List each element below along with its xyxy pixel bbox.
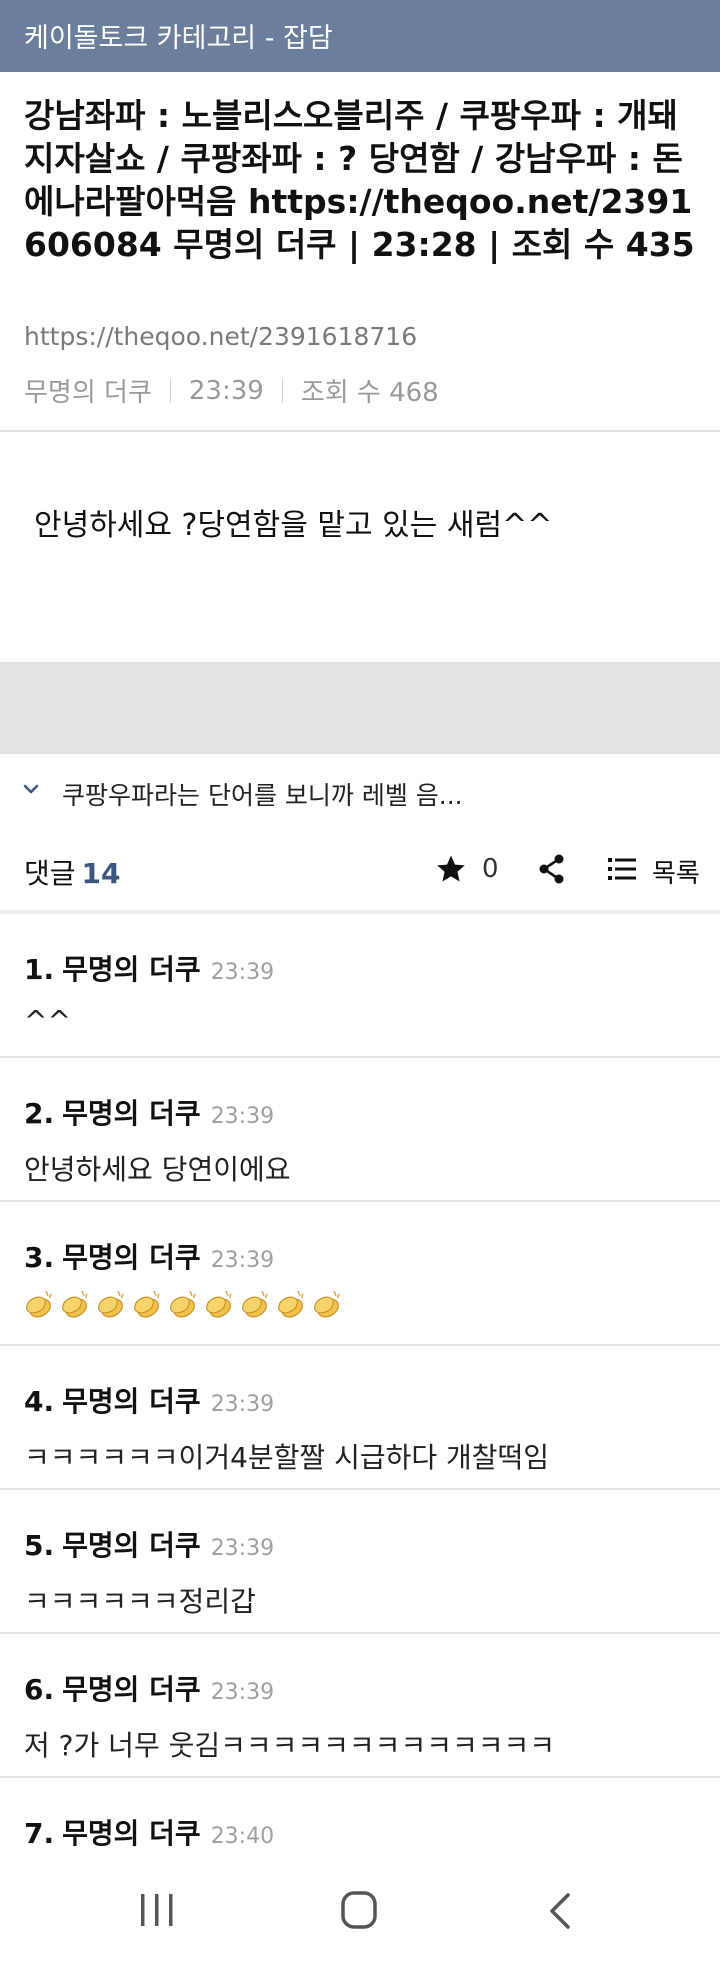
list-button-label[interactable]: 목록 (652, 853, 700, 890)
chevron-down-icon (23, 784, 39, 794)
comment-text: ㅋㅋㅋㅋㅋㅋ이거4분할짤 시급하다 개찰떡임 (24, 1441, 550, 1474)
comment-number: 3. (24, 1241, 55, 1274)
clapping-hands-icon (98, 1290, 124, 1318)
comment-item: 6. 무명의 더쿠 23:39 저 ?가 너무 웃김ㅋㅋㅋㅋㅋㅋㅋㅋㅋㅋㅋㅋㅋ (0, 1634, 720, 1778)
top-bar: 케이돌토크 카테고리 - 잡담 (0, 0, 720, 72)
comment-time: 23:39 (210, 960, 275, 985)
comment-author[interactable]: 무명의 더쿠 (62, 1236, 201, 1276)
clapping-hands-icon (278, 1290, 304, 1318)
comment-time: 23:39 (210, 1392, 275, 1417)
comment-time: 23:39 (210, 1536, 275, 1561)
list-icon[interactable] (608, 856, 636, 882)
comment-number: 1. (24, 953, 55, 986)
comment-item: 1. 무명의 더쿠 23:39 ^^ (0, 914, 720, 1058)
clapping-hands-icon (26, 1290, 52, 1318)
comment-item: 5. 무명의 더쿠 23:39 ㅋㅋㅋㅋㅋㅋ정리갑 (0, 1490, 720, 1634)
next-post-link[interactable]: 쿠팡우파라는 단어를 보니까 레벨 음... (0, 754, 720, 830)
comment-count: 14 (81, 857, 121, 890)
comment-number: 7. (24, 1817, 55, 1850)
comment-item: 3. 무명의 더쿠 23:39 (0, 1202, 720, 1346)
comment-header: 4. 무명의 더쿠 23:39 (24, 1380, 274, 1420)
meta-divider (169, 378, 171, 403)
comment-list: 1. 무명의 더쿠 23:39 ^^ 2. 무명의 더쿠 23:39 안녕하세요… (0, 914, 720, 1922)
comment-time: 23:39 (210, 1104, 275, 1129)
back-icon[interactable] (546, 1892, 574, 1930)
clapping-hands-icon (170, 1290, 196, 1318)
recent-apps-icon[interactable] (138, 1892, 176, 1928)
comment-bar: 댓글 14 0 목록 (0, 830, 720, 914)
comment-header: 6. 무명의 더쿠 23:39 (24, 1668, 274, 1708)
post-meta: 무명의 더쿠 23:39 조회 수 468 (24, 372, 439, 409)
comment-author[interactable]: 무명의 더쿠 (62, 948, 201, 988)
comment-item: 4. 무명의 더쿠 23:39 ㅋㅋㅋㅋㅋㅋ이거4분할짤 시급하다 개찰떡임 (0, 1346, 720, 1490)
comment-label: 댓글 14 (24, 852, 121, 892)
comment-header: 2. 무명의 더쿠 23:39 (24, 1092, 274, 1132)
clapping-hands-icon (62, 1290, 88, 1318)
post-time: 23:39 (188, 375, 264, 406)
system-nav-bar (0, 1862, 720, 1962)
comment-header: 5. 무명의 더쿠 23:39 (24, 1524, 274, 1564)
post-title: 강남좌파 : 노블리스오블리주 / 쿠팡우파 : 개돼지자살쇼 / 쿠팡좌파 :… (24, 96, 695, 264)
clapping-hands-emoji-row (22, 1288, 344, 1322)
star-count: 0 (482, 854, 499, 884)
comment-time: 23:39 (210, 1680, 275, 1705)
comment-header: 7. 무명의 더쿠 23:40 (24, 1812, 274, 1852)
comment-author[interactable]: 무명의 더쿠 (62, 1668, 201, 1708)
comment-item: 2. 무명의 더쿠 23:39 안녕하세요 당연이에요 (0, 1058, 720, 1202)
post-header: 강남좌파 : 노블리스오블리주 / 쿠팡우파 : 개돼지자살쇼 / 쿠팡좌파 :… (0, 72, 720, 432)
comment-author[interactable]: 무명의 더쿠 (62, 1524, 201, 1564)
meta-divider (281, 378, 283, 403)
category-title[interactable]: 케이돌토크 카테고리 - 잡담 (24, 16, 333, 55)
star-icon[interactable] (436, 854, 466, 884)
comment-time: 23:40 (210, 1824, 275, 1849)
clapping-hands-icon (314, 1290, 340, 1318)
comment-text: ^^ (24, 1004, 71, 1037)
comment-author[interactable]: 무명의 더쿠 (62, 1092, 201, 1132)
post-body: 안녕하세요 ?당연함을 맡고 있는 새럼^^ (34, 508, 553, 543)
comment-text: ㅋㅋㅋㅋㅋㅋ정리갑 (24, 1585, 256, 1618)
comment-label-text: 댓글 (24, 857, 76, 890)
comment-author[interactable]: 무명의 더쿠 (62, 1380, 201, 1420)
next-post-title[interactable]: 쿠팡우파라는 단어를 보니까 레벨 음... (62, 776, 463, 812)
comment-number: 5. (24, 1529, 55, 1562)
comment-text: 안녕하세요 당연이에요 (24, 1153, 291, 1186)
comment-number: 4. (24, 1385, 55, 1418)
comment-number: 6. (24, 1673, 55, 1706)
post-url[interactable]: https://theqoo.net/2391618716 (24, 322, 417, 351)
comment-number: 2. (24, 1097, 55, 1130)
post-author: 무명의 더쿠 (24, 378, 152, 408)
clapping-hands-icon (242, 1290, 268, 1318)
comment-header: 1. 무명의 더쿠 23:39 (24, 948, 274, 988)
comment-time: 23:39 (210, 1248, 275, 1273)
comment-author[interactable]: 무명의 더쿠 (62, 1812, 201, 1852)
clapping-hands-icon (206, 1290, 232, 1318)
clapping-hands-icon (134, 1290, 160, 1318)
post-views: 조회 수 468 (300, 378, 439, 408)
home-icon[interactable] (340, 1890, 378, 1930)
share-icon[interactable] (538, 854, 566, 884)
ad-placeholder (0, 662, 720, 754)
comment-text: 저 ?가 너무 웃김ㅋㅋㅋㅋㅋㅋㅋㅋㅋㅋㅋㅋㅋ (24, 1729, 556, 1762)
comment-header: 3. 무명의 더쿠 23:39 (24, 1236, 274, 1276)
